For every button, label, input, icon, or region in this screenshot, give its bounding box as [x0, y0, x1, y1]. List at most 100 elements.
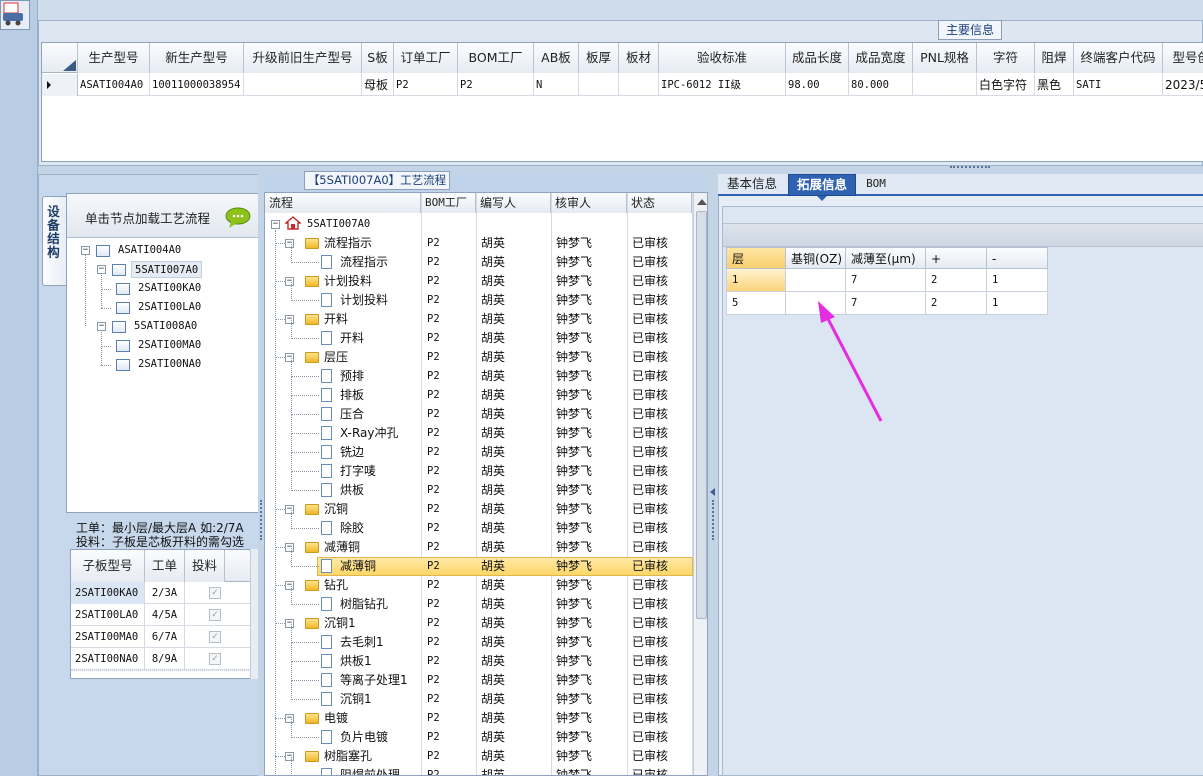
tab-bom[interactable]: BOM: [858, 174, 894, 196]
col-header[interactable]: 型号创建: [1163, 43, 1203, 73]
feed-checkbox[interactable]: ✓: [209, 609, 221, 621]
expand-toggle-icon[interactable]: −: [285, 505, 294, 514]
tree-node[interactable]: 2SATI00NA0: [135, 356, 204, 373]
col-header[interactable]: 流程: [265, 193, 421, 213]
process-row[interactable]: − 树脂塞孔 P2 胡英 钟梦飞 已审核: [265, 747, 693, 766]
layer-cell[interactable]: 1: [987, 269, 1048, 292]
process-row[interactable]: 打字唛 P2 胡英 钟梦飞 已审核: [265, 453, 693, 481]
col-header[interactable]: 成品长度: [786, 43, 849, 73]
process-row[interactable]: 流程指示 P2 胡英 钟梦飞 已审核: [265, 244, 693, 272]
process-row[interactable]: 烘板1 P2 胡英 钟梦飞 已审核: [265, 643, 693, 671]
process-scrollbar[interactable]: [693, 193, 707, 775]
col-header[interactable]: 状态: [627, 193, 692, 213]
feed-checkbox[interactable]: ✓: [209, 653, 221, 665]
layer-cell[interactable]: 2: [926, 269, 987, 292]
expand-toggle-icon[interactable]: −: [285, 277, 294, 286]
process-row[interactable]: − 开料 P2 胡英 钟梦飞 已审核: [265, 310, 693, 329]
col-header[interactable]: AB板: [534, 43, 579, 73]
process-row[interactable]: − 沉铜 P2 胡英 钟梦飞 已审核: [265, 500, 693, 519]
tree-node[interactable]: 2SATI00LA0: [135, 299, 204, 316]
col-header[interactable]: 层: [726, 247, 786, 269]
process-row[interactable]: − 减薄铜 P2 胡英 钟梦飞 已审核: [265, 538, 693, 557]
expand-toggle-icon[interactable]: −: [97, 265, 106, 274]
col-header[interactable]: 验收标准: [659, 43, 786, 73]
process-row[interactable]: − 流程指示 P2 胡英 钟梦飞 已审核: [265, 234, 693, 253]
expand-toggle-icon[interactable]: −: [285, 619, 294, 628]
grid-row[interactable]: ASATI004A0 10011000038954 母板 P2 P2 N IPC-6012 …: [42, 74, 1203, 96]
layer-cell[interactable]: 1: [726, 269, 786, 292]
table-row[interactable]: 2SATI00NA0 8/9A ✓: [71, 648, 257, 670]
expand-toggle-icon[interactable]: −: [285, 543, 294, 552]
right-vertical-splitter[interactable]: [708, 174, 718, 776]
process-row[interactable]: 预排 P2 胡英 钟梦飞 已审核: [265, 358, 693, 386]
process-row[interactable]: 排板 P2 胡英 钟梦飞 已审核: [265, 377, 693, 405]
process-row[interactable]: − 层压 P2 胡英 钟梦飞 已审核: [265, 348, 693, 367]
col-header[interactable]: 板材: [619, 43, 659, 73]
process-row[interactable]: 负片电镀 P2 胡英 钟梦飞 已审核: [265, 719, 693, 747]
app-toolbar-icon[interactable]: [0, 0, 30, 30]
col-header[interactable]: 减薄至(μm): [846, 247, 926, 269]
expand-toggle-icon[interactable]: −: [97, 322, 106, 331]
col-header[interactable]: 子板型号: [71, 550, 145, 582]
col-header[interactable]: -: [987, 247, 1048, 269]
process-row[interactable]: 烘板 P2 胡英 钟梦飞 已审核: [265, 472, 693, 500]
process-row[interactable]: 阻焊前处理 P2 胡英 钟梦飞 已审核: [265, 757, 693, 775]
process-row[interactable]: 计划投料 P2 胡英 钟梦飞 已审核: [265, 282, 693, 310]
vertical-tab-equipment[interactable]: 设备结构: [42, 196, 66, 286]
table-row[interactable]: 2SATI00KA0 2/3A ✓: [71, 582, 257, 604]
col-header[interactable]: 基铜(OZ): [786, 247, 846, 269]
expand-toggle-icon[interactable]: −: [285, 315, 294, 324]
table-row[interactable]: 2SATI00LA0 4/5A ✓: [71, 604, 257, 626]
col-header[interactable]: 核审人: [551, 193, 627, 213]
col-header[interactable]: 升级前旧生产型号: [244, 43, 362, 73]
process-row[interactable]: 除胶 P2 胡英 钟梦飞 已审核: [265, 510, 693, 538]
tab-basic-info[interactable]: 基本信息: [719, 174, 785, 196]
tree-node[interactable]: 5SATI008A0: [131, 318, 200, 335]
layer-cell[interactable]: 2: [926, 292, 987, 315]
tree-node[interactable]: 5SATI007A0: [131, 261, 203, 278]
col-header[interactable]: 成品宽度: [849, 43, 913, 73]
col-header[interactable]: 阻焊: [1035, 43, 1074, 73]
expand-toggle-icon[interactable]: −: [285, 239, 294, 248]
col-header[interactable]: BOM工厂: [458, 43, 534, 73]
expand-toggle-icon[interactable]: −: [285, 752, 294, 761]
layer-cell[interactable]: [786, 269, 846, 292]
col-header[interactable]: 板厚: [579, 43, 619, 73]
process-row[interactable]: 树脂钻孔 P2 胡英 钟梦飞 已审核: [265, 586, 693, 614]
tree-node[interactable]: 2SATI00KA0: [135, 280, 204, 297]
expand-toggle-icon[interactable]: −: [271, 220, 280, 229]
horizontal-splitter[interactable]: [38, 166, 1203, 174]
expand-toggle-icon[interactable]: −: [285, 714, 294, 723]
layer-cell[interactable]: 1: [987, 292, 1048, 315]
expand-toggle-icon[interactable]: −: [81, 246, 90, 255]
process-row[interactable]: − 钻孔 P2 胡英 钟梦飞 已审核: [265, 576, 693, 595]
layer-cell[interactable]: 7: [846, 269, 926, 292]
tab-extended-info[interactable]: 拓展信息: [788, 174, 856, 196]
scroll-up-icon[interactable]: [697, 199, 707, 205]
layer-cell[interactable]: 5: [726, 292, 786, 315]
process-row[interactable]: 开料 P2 胡英 钟梦飞 已审核: [265, 320, 693, 348]
col-header[interactable]: 生产型号: [78, 43, 150, 73]
process-row[interactable]: 去毛刺1 P2 胡英 钟梦飞 已审核: [265, 624, 693, 652]
expand-toggle-icon[interactable]: −: [285, 353, 294, 362]
col-header[interactable]: S板: [362, 43, 394, 73]
process-row[interactable]: 减薄铜 P2 胡英 钟梦飞 已审核: [265, 548, 693, 576]
process-row[interactable]: 等离子处理1 P2 胡英 钟梦飞 已审核: [265, 662, 693, 690]
expand-toggle-icon[interactable]: −: [285, 581, 294, 590]
col-header[interactable]: 终端客户代码: [1074, 43, 1163, 73]
process-row[interactable]: 铣边 P2 胡英 钟梦飞 已审核: [265, 434, 693, 462]
col-header[interactable]: 工单: [145, 550, 185, 582]
process-row[interactable]: 沉铜1 P2 胡英 钟梦飞 已审核: [265, 681, 693, 709]
col-header[interactable]: BOM工厂: [421, 193, 476, 213]
table-row[interactable]: 2SATI00MA0 6/7A ✓: [71, 626, 257, 648]
col-header[interactable]: 字符: [977, 43, 1035, 73]
col-header[interactable]: 新生产型号: [150, 43, 244, 73]
process-row[interactable]: − 电镀 P2 胡英 钟梦飞 已审核: [265, 709, 693, 728]
process-row[interactable]: 压合 P2 胡英 钟梦飞 已审核: [265, 396, 693, 424]
tree-node[interactable]: 2SATI00MA0: [135, 337, 204, 354]
process-row[interactable]: − 沉铜1 P2 胡英 钟梦飞 已审核: [265, 614, 693, 633]
col-header[interactable]: PNL规格: [913, 43, 977, 73]
scroll-thumb[interactable]: [696, 211, 707, 619]
col-header[interactable]: 编写人: [476, 193, 551, 213]
feed-checkbox[interactable]: ✓: [209, 587, 221, 599]
